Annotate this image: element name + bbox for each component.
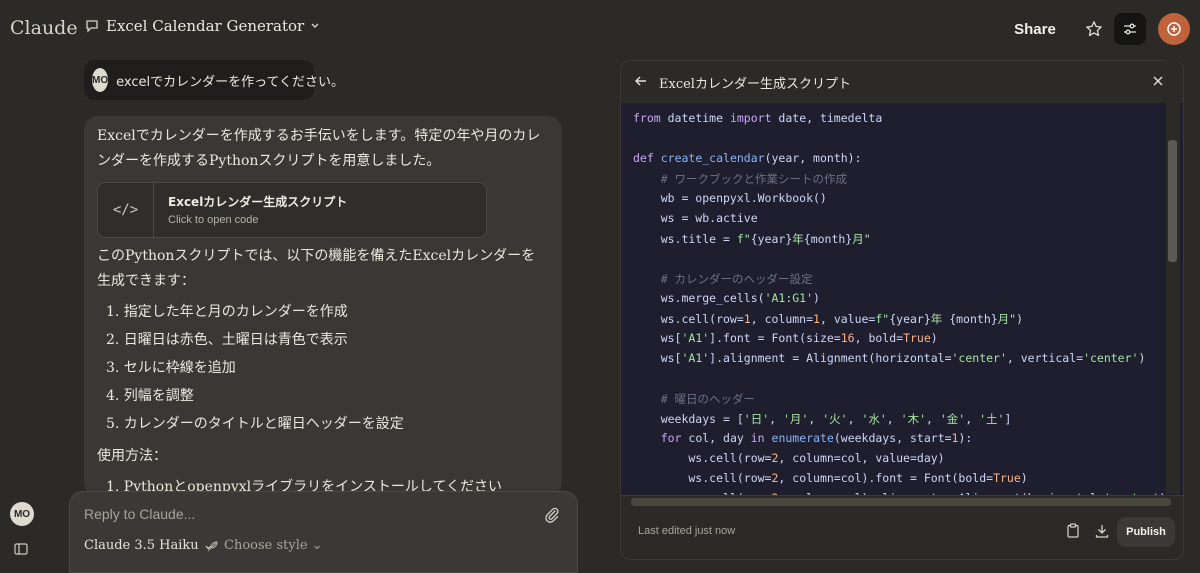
code-line-4: # ワークブックと作業シートの作成 [633, 172, 848, 186]
clipboard-icon [1067, 523, 1079, 538]
reply-input-box[interactable]: Reply to Claude... Claude 3.5 Haiku ⌄ Ch… [69, 491, 578, 573]
horizontal-scroll-thumb[interactable] [631, 498, 1171, 506]
artifact-card-subtitle: Click to open code [168, 214, 259, 226]
code-line-6: ws = wb.active [633, 211, 758, 225]
attach-button[interactable] [544, 506, 560, 528]
vertical-scrollbar[interactable] [1166, 60, 1180, 494]
style-selector[interactable]: Choose style ⌄ [206, 538, 322, 553]
star-icon [1086, 21, 1102, 37]
chat-title-dropdown[interactable]: Excel Calendar Generator [84, 17, 320, 35]
code-editor[interactable]: from datetime import date, timedelta def… [621, 103, 1183, 495]
artifact-title: Excelカレンダー生成スクリプト [659, 77, 851, 92]
list-item: 2. 日曜日は赤色、土曜日は青色で表示 [106, 332, 348, 348]
code-line-15: # 曜日のヘッダー [633, 392, 756, 406]
download-button[interactable] [1095, 523, 1109, 542]
arrow-left-icon [635, 76, 646, 86]
code-line-16: weekdays = ['日', '月', '火', '水', '木', '金'… [633, 412, 1012, 426]
user-avatar[interactable] [1158, 13, 1190, 45]
horizontal-scrollbar[interactable] [621, 495, 1183, 510]
artifact-card-title: Excelカレンダー生成スクリプト [168, 195, 348, 209]
reply-intro: Excelでカレンダーを作成するお手伝いをします。特定の年や月のカレンダーを作成… [97, 128, 541, 169]
chat-bubble-icon [84, 18, 100, 34]
code-line-9: # カレンダーのヘッダー設定 [633, 272, 813, 286]
settings-button[interactable] [1114, 13, 1146, 45]
code-line-13: ws['A1'].alignment = Alignment(horizonta… [633, 351, 1146, 365]
model-selector[interactable]: Claude 3.5 Haiku ⌄ [84, 538, 214, 553]
assistant-reply: Excelでカレンダーを作成するお手伝いをします。特定の年や月のカレンダーを作成… [84, 116, 562, 496]
code-line-18: ws.cell(row=2, column=col, value=day) [633, 451, 945, 465]
code-line-7: ws.title = f"{year}年{month}月" [633, 232, 871, 246]
code-line-12: ws['A1'].font = Font(size=16, bold=True) [633, 331, 938, 345]
list-item: 4. 列幅を調整 [106, 388, 194, 404]
list-item: 5. カレンダーのタイトルと曜日ヘッダーを設定 [106, 416, 404, 432]
last-edited-status: Last edited just now [638, 525, 736, 537]
share-button[interactable]: Share [1002, 13, 1068, 45]
list-item: 1. 指定した年と月のカレンダーを作成 [106, 304, 348, 320]
reply-paragraph: このPythonスクリプトでは、以下の機能を備えたExcelカレンダーを生成でき… [97, 248, 536, 289]
code-line-17: for col, day in enumerate(weekdays, star… [660, 431, 973, 445]
feather-icon [207, 540, 218, 551]
close-button[interactable] [1151, 73, 1165, 92]
code-line-19: ws.cell(row=2, column=col).font = Font(b… [633, 471, 1028, 485]
code-icon: </> [98, 183, 154, 237]
account-icon [1167, 22, 1181, 36]
brand-logo[interactable]: Claude [10, 17, 78, 39]
sliders-icon [1124, 23, 1136, 35]
sidebar-user-avatar[interactable]: MO [10, 502, 34, 526]
code-line-11: ws.cell(row=1, column=1, value=f"{year}年… [633, 312, 1024, 326]
code-line-1: from datetime import date, timedelta [633, 111, 883, 125]
top-bar: Claude Excel Calendar Generator Share [0, 0, 1200, 58]
sidebar-toggle-button[interactable] [14, 540, 28, 559]
artifact-header: Excelカレンダー生成スクリプト [621, 61, 1183, 103]
back-button[interactable] [633, 73, 649, 93]
code-line-10: ws.merge_cells('A1:G1') [633, 291, 820, 305]
publish-button[interactable]: Publish [1117, 517, 1175, 547]
close-icon [1153, 76, 1163, 86]
model-selector-label: Claude 3.5 Haiku [84, 538, 199, 553]
feature-list: 1. 指定した年と月のカレンダーを作成 2. 日曜日は赤色、土曜日は青色で表示 … [106, 298, 404, 438]
paperclip-icon [545, 507, 559, 523]
vertical-scroll-thumb[interactable] [1168, 140, 1177, 262]
copy-button[interactable] [1067, 523, 1079, 542]
user-avatar-small: MO [92, 68, 109, 92]
chat-title-text: Excel Calendar Generator [106, 17, 305, 35]
download-icon [1095, 525, 1109, 538]
list-item: 3. セルに枠線を追加 [106, 360, 236, 376]
reply-input[interactable]: Reply to Claude... [84, 506, 195, 522]
sidebar-icon [14, 543, 28, 555]
artifact-card[interactable]: </> Excelカレンダー生成スクリプト Click to open code [97, 182, 487, 238]
code-line-5: wb = openpyxl.Workbook() [633, 191, 827, 205]
artifact-panel: Excelカレンダー生成スクリプト from datetime import d… [620, 60, 1184, 560]
chevron-down-icon [310, 21, 320, 31]
usage-heading: 使用方法： [97, 448, 167, 464]
code-line-3: def create_calendar(year, month): [633, 151, 862, 165]
user-message-text: excelでカレンダーを作ってください。 [116, 74, 345, 90]
artifact-footer: Last edited just now Publish [621, 509, 1183, 559]
user-message: MO excelでカレンダーを作ってください。 [84, 60, 344, 100]
style-selector-label: Choose style [224, 538, 308, 553]
star-button[interactable] [1078, 13, 1110, 45]
